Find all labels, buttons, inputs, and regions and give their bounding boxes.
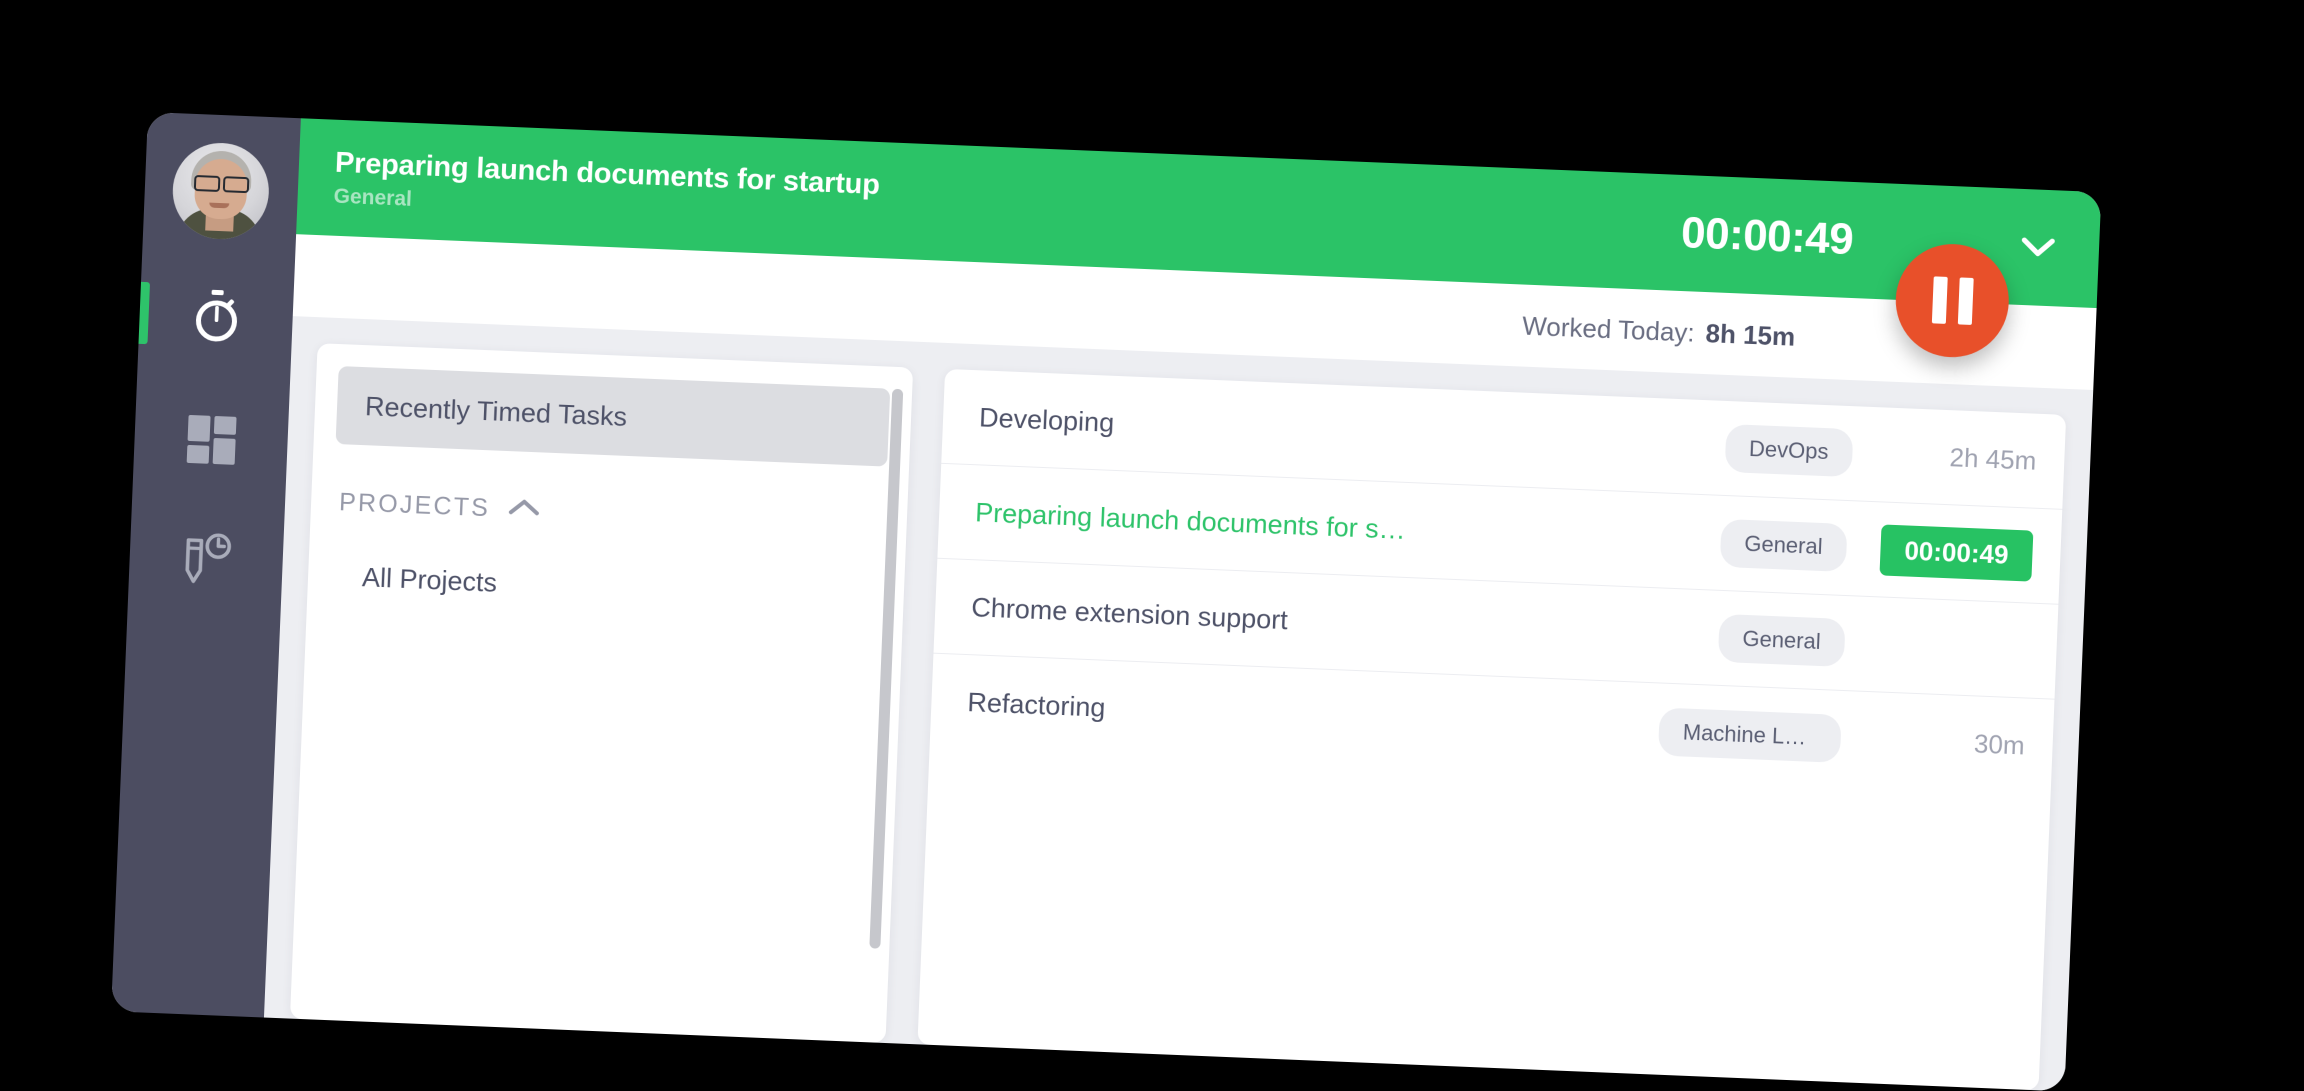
avatar[interactable] xyxy=(171,141,271,241)
task-project-tag[interactable]: Machine Le… xyxy=(1658,707,1842,762)
sidebar-item-timer[interactable] xyxy=(138,276,294,356)
task-name: Chrome extension support xyxy=(971,592,1719,654)
sidebar-item-timesheet[interactable] xyxy=(128,520,284,600)
pause-icon-second-bar xyxy=(1957,277,1973,325)
sidebar-item-dashboard[interactable] xyxy=(133,400,289,480)
status-badge[interactable]: 00:00:49 xyxy=(1879,524,2033,581)
app-window: Preparing launch documents for startup G… xyxy=(111,112,2101,1091)
pause-icon xyxy=(1931,276,1947,324)
chevron-down-icon[interactable] xyxy=(2021,236,2056,259)
task-duration: 2h 45m xyxy=(1886,439,2037,476)
task-name: Preparing launch documents for s… xyxy=(975,497,1721,559)
stopwatch-icon xyxy=(189,287,243,345)
avatar-mouth xyxy=(209,203,229,209)
worked-today-label: Worked Today: xyxy=(1522,310,1696,348)
content-body: Recently Timed Tasks PROJECTS All P xyxy=(264,316,2093,1091)
active-timer-display: 00:00:49 xyxy=(1680,208,1854,265)
all-projects-label: All Projects xyxy=(361,562,497,598)
screen-background: Preparing launch documents for startup G… xyxy=(0,0,2304,802)
all-projects-item[interactable]: All Projects xyxy=(361,562,882,614)
task-project-tag[interactable]: General xyxy=(1717,614,1845,667)
task-name: Refactoring xyxy=(967,687,1660,746)
task-list-panel: Developing DevOps 2h 45m Preparing launc… xyxy=(917,369,2066,1090)
task-name: Developing xyxy=(979,402,1726,464)
task-duration xyxy=(1879,644,2029,650)
chevron-up-icon[interactable] xyxy=(507,497,540,523)
dashboard-grid-icon xyxy=(185,414,237,466)
app-window-tilt-wrapper: Preparing launch documents for startup G… xyxy=(111,112,2101,1091)
recently-timed-tasks-label: Recently Timed Tasks xyxy=(364,391,627,433)
worked-today-value: 8h 15m xyxy=(1705,318,1796,353)
pencil-clock-icon xyxy=(177,532,235,588)
task-project-tag[interactable]: DevOps xyxy=(1724,424,1853,477)
recently-timed-tasks-item[interactable]: Recently Timed Tasks xyxy=(336,366,891,467)
projects-panel: Recently Timed Tasks PROJECTS All P xyxy=(290,343,913,1043)
projects-section-label: PROJECTS xyxy=(339,488,491,523)
main-column: Preparing launch documents for startup G… xyxy=(264,118,2101,1091)
task-project-tag[interactable]: General xyxy=(1719,519,1847,572)
avatar-glasses xyxy=(193,175,250,189)
task-duration: 30m xyxy=(1874,724,2025,761)
projects-section-header[interactable]: PROJECTS xyxy=(339,488,886,539)
